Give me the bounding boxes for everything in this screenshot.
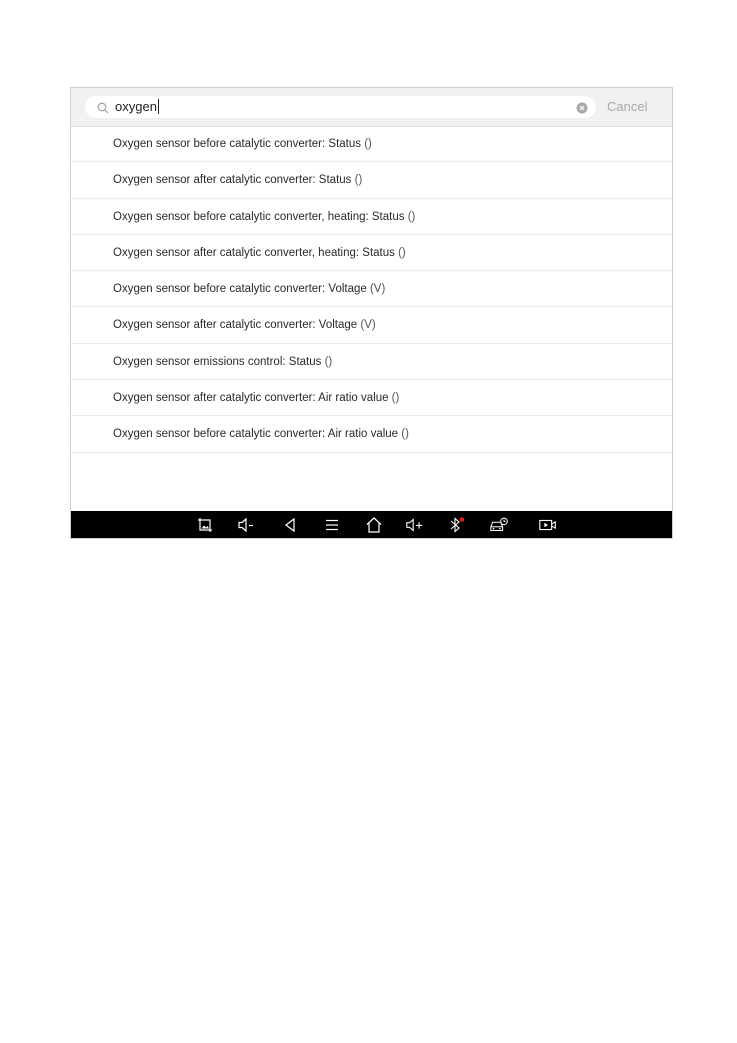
result-item[interactable]: Oxygen sensor before catalytic converter… bbox=[71, 416, 672, 453]
result-unit: () bbox=[361, 138, 372, 150]
back-icon[interactable] bbox=[280, 516, 300, 534]
result-label: Oxygen sensor emissions control: Status bbox=[113, 355, 322, 368]
app-screen: oxygen Cancel Oxygen sensor before catal… bbox=[70, 87, 673, 539]
bluetooth-icon[interactable] bbox=[446, 516, 466, 534]
result-item[interactable]: Oxygen sensor before catalytic converter… bbox=[71, 271, 672, 308]
screenshot-icon[interactable] bbox=[195, 516, 215, 534]
result-unit: () bbox=[351, 174, 363, 187]
home-icon[interactable] bbox=[364, 516, 384, 534]
volume-up-icon[interactable] bbox=[405, 516, 425, 534]
result-label: Oxygen sensor before catalytic converter… bbox=[113, 428, 399, 441]
result-label: Oxygen sensor after catalytic converter:… bbox=[113, 392, 389, 405]
result-unit: () bbox=[398, 428, 409, 441]
vehicle-diagnostic-icon[interactable] bbox=[489, 516, 509, 534]
result-unit: () bbox=[394, 246, 406, 259]
search-icon bbox=[97, 101, 109, 114]
result-item[interactable]: Oxygen sensor after catalytic converter:… bbox=[71, 380, 672, 417]
result-item[interactable]: Oxygen sensor after catalytic converter:… bbox=[71, 307, 672, 344]
search-results-list: Oxygen sensor before catalytic converter… bbox=[71, 126, 672, 453]
result-unit: () bbox=[388, 392, 400, 405]
result-label: Oxygen sensor after catalytic converter:… bbox=[113, 174, 352, 187]
search-box[interactable]: oxygen bbox=[85, 96, 596, 118]
result-item[interactable]: Oxygen sensor after catalytic converter,… bbox=[71, 235, 672, 272]
result-item[interactable]: Oxygen sensor emissions control: Status … bbox=[71, 344, 672, 381]
cancel-button[interactable]: Cancel bbox=[607, 98, 647, 116]
search-bar: oxygen Cancel bbox=[71, 88, 672, 127]
result-label: Oxygen sensor after catalytic converter:… bbox=[113, 319, 358, 332]
menu-icon[interactable] bbox=[322, 516, 342, 534]
volume-down-icon[interactable] bbox=[237, 516, 257, 534]
result-item[interactable]: Oxygen sensor after catalytic converter:… bbox=[71, 162, 672, 199]
result-label: Oxygen sensor after catalytic converter,… bbox=[113, 246, 395, 259]
navigation-bar bbox=[71, 511, 672, 538]
text-caret bbox=[157, 99, 159, 114]
search-input[interactable]: oxygen bbox=[115, 96, 159, 118]
result-unit: (V) bbox=[366, 283, 386, 296]
result-item[interactable]: Oxygen sensor before catalytic converter… bbox=[71, 199, 672, 235]
clear-icon[interactable] bbox=[576, 101, 588, 114]
result-label: Oxygen sensor before catalytic converter… bbox=[113, 210, 405, 223]
result-label: Oxygen sensor before catalytic converter… bbox=[113, 283, 367, 296]
result-unit: () bbox=[321, 355, 333, 368]
result-item[interactable]: Oxygen sensor before catalytic converter… bbox=[71, 126, 672, 163]
result-unit: (V) bbox=[357, 319, 376, 332]
result-label: Oxygen sensor before catalytic converter… bbox=[113, 138, 362, 150]
result-unit: () bbox=[404, 210, 416, 223]
screen-record-icon[interactable] bbox=[538, 516, 558, 534]
search-query: oxygen bbox=[115, 99, 157, 114]
